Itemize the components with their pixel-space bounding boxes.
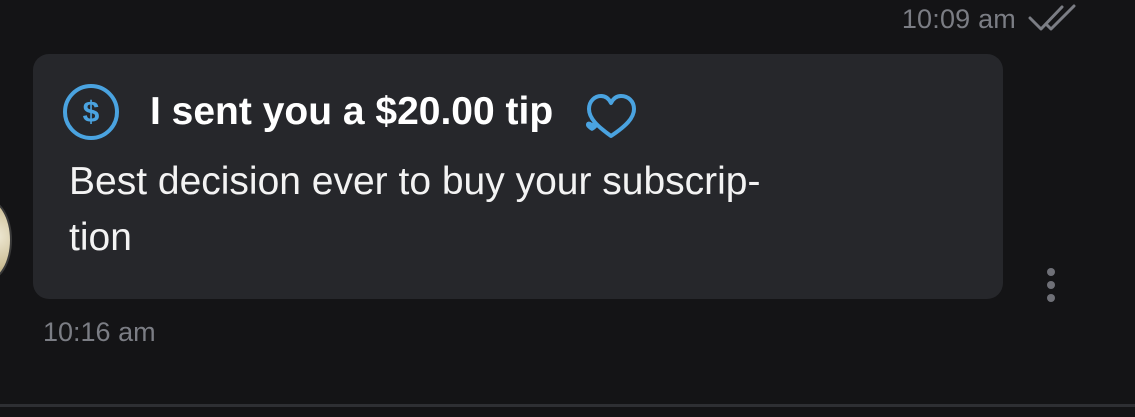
message-text: Best decision ever to buy your subscrip-… (69, 160, 761, 259)
message-timestamp: 10:16 am (43, 317, 156, 347)
svg-text:$: $ (83, 96, 100, 129)
double-check-icon (1028, 4, 1076, 31)
dollar-circle-icon: $ (63, 84, 119, 140)
chat-view: 10:09 am $ I sent you a $20.00 tip Best … (0, 0, 1135, 417)
more-vertical-icon[interactable] (1042, 266, 1060, 306)
tip-header: $ I sent you a $20.00 tip (62, 82, 641, 142)
heart-icon (586, 94, 637, 138)
avatar[interactable] (0, 198, 12, 282)
tip-label: I sent you a $20.00 tip (150, 90, 554, 133)
divider (0, 404, 1135, 407)
message-bubble[interactable]: $ I sent you a $20.00 tip Best decision … (33, 54, 1003, 299)
previous-message-timestamp: 10:09 am (901, 3, 1016, 34)
previous-message-meta: 10:09 am (902, 0, 1080, 38)
